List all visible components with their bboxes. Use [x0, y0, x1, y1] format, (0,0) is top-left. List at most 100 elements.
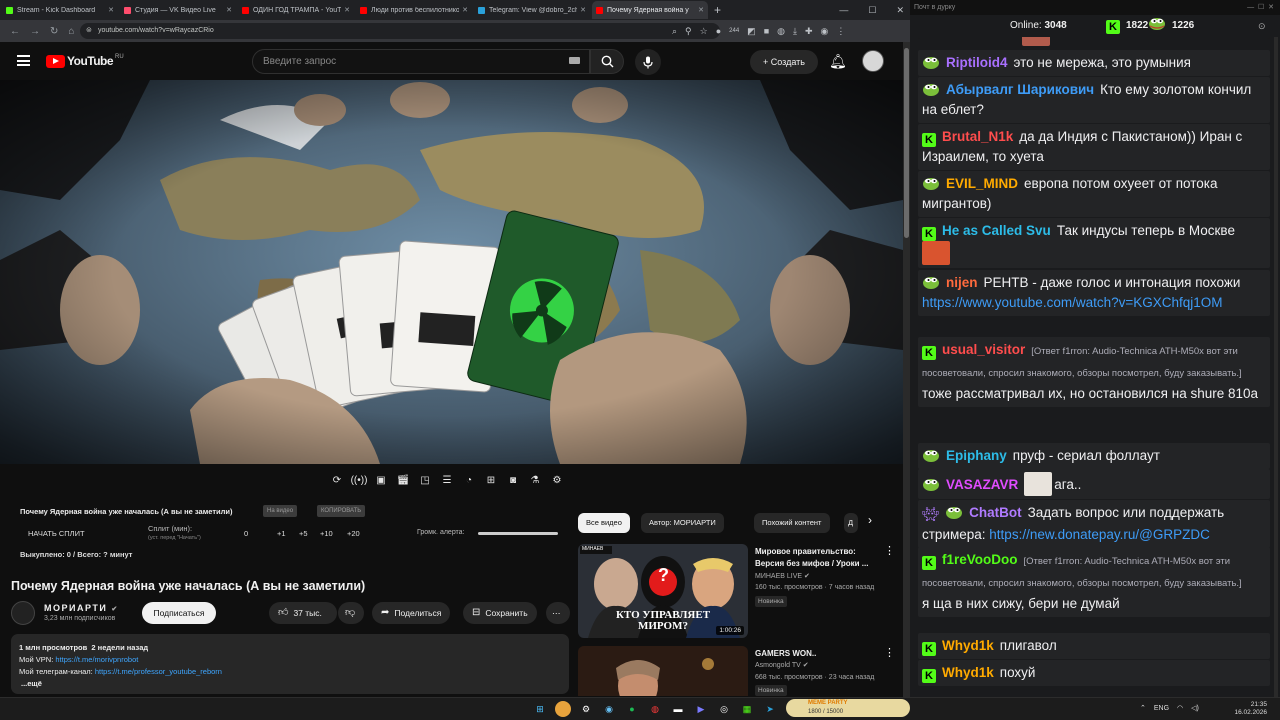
- add-icon[interactable]: ⊞: [482, 471, 500, 489]
- chrome-icon[interactable]: [555, 701, 571, 717]
- star-icon[interactable]: ☆: [700, 23, 708, 39]
- menu-dots-icon[interactable]: ⋮: [836, 23, 845, 39]
- keyboard-icon[interactable]: [569, 57, 580, 64]
- camera-icon[interactable]: ◙: [504, 471, 522, 489]
- account-avatar[interactable]: [862, 50, 884, 72]
- recommended-channel[interactable]: МИНАЕВ LIVE ✔: [755, 572, 810, 580]
- chat-username[interactable]: nijen: [946, 275, 978, 290]
- speed-icon[interactable]: ◔: [460, 471, 478, 489]
- obs-icon[interactable]: ◎: [716, 701, 732, 717]
- app-icon[interactable]: ▶: [693, 701, 709, 717]
- tab-close-icon[interactable]: ✕: [462, 6, 468, 14]
- loop-icon[interactable]: ⟳: [328, 471, 346, 489]
- show-more-button[interactable]: ...ещё: [21, 679, 42, 688]
- site-info-icon[interactable]: ⊜: [86, 23, 92, 39]
- reload-icon[interactable]: ↻: [50, 26, 58, 37]
- extension-badge[interactable]: 244: [729, 23, 739, 39]
- extension-icon[interactable]: ◍: [777, 23, 785, 39]
- chat-window-controls[interactable]: — ☐ ✕: [1247, 0, 1274, 15]
- browser-tab[interactable]: Студия — VK Видео Live ✕: [120, 1, 236, 19]
- more-vert-icon[interactable]: ⋮: [884, 544, 895, 557]
- recommended-channel[interactable]: Asmongold TV ✔: [755, 661, 809, 669]
- youtube-logo[interactable]: YouTube RU: [46, 54, 124, 68]
- lens-icon[interactable]: ⌕: [672, 23, 677, 39]
- steam-icon[interactable]: ◉: [601, 701, 617, 717]
- tab-close-icon[interactable]: ✕: [344, 6, 350, 14]
- copy-button[interactable]: КОПИРОВАТЬ: [317, 505, 366, 517]
- chat-username[interactable]: He as Called Svu: [942, 223, 1051, 238]
- chat-username[interactable]: Whyd1k: [942, 638, 994, 653]
- search-button[interactable]: [590, 49, 624, 74]
- recommended-video[interactable]: GAMERS WON.. Asmongold TV ✔ 668 тыс. про…: [578, 646, 898, 696]
- chat-username[interactable]: Whyd1k: [942, 665, 994, 680]
- extensions-puzzle-icon[interactable]: ✚: [805, 23, 813, 39]
- minimize-icon[interactable]: —: [839, 0, 848, 20]
- chat-scrollbar[interactable]: [1274, 37, 1278, 697]
- chat-username[interactable]: ChatBot: [969, 505, 1022, 520]
- url-field[interactable]: ⊜ youtube.com/watch?v=wRaycazCRio: [80, 23, 720, 39]
- chat-username[interactable]: Абырвалг Шарикович: [946, 82, 1094, 97]
- video-thumbnail[interactable]: [578, 646, 748, 696]
- pip-icon[interactable]: ◳: [416, 471, 434, 489]
- add-5-button[interactable]: +5: [299, 529, 308, 538]
- recommended-video[interactable]: МИНАЕВ ? КТО УПРАВЛЯЕТ МИРОМ? 1:00:26 Ми…: [578, 544, 898, 638]
- app-icon[interactable]: ◍: [647, 701, 663, 717]
- telegram-link[interactable]: https://t.me/professor_youtube_reborn: [95, 667, 222, 676]
- chip-more[interactable]: Д: [844, 513, 858, 533]
- maximize-icon[interactable]: ☐: [868, 0, 876, 20]
- voice-search-button[interactable]: [635, 49, 661, 75]
- subscribe-button[interactable]: Подписаться: [142, 602, 216, 624]
- app-icon[interactable]: ▦: [739, 701, 755, 717]
- forward-icon[interactable]: →: [30, 26, 40, 37]
- back-icon[interactable]: ←: [10, 26, 20, 37]
- download-icon[interactable]: ⤓: [793, 23, 797, 39]
- notifications-bell-icon[interactable]: 🔔︎: [829, 53, 847, 70]
- browser-tab[interactable]: Telegram: View @dobro_2ch ✕: [474, 1, 590, 19]
- browser-tab[interactable]: ОДИН ГОД ТРАМПА - YouTube✕: [238, 1, 354, 19]
- tray-chevron-icon[interactable]: ⌃: [1140, 698, 1146, 720]
- more-actions-button[interactable]: ⋯: [546, 602, 570, 624]
- page-scrollbar[interactable]: [903, 42, 910, 697]
- chat-username[interactable]: EVIL_MIND: [946, 176, 1018, 191]
- meme-party-widget[interactable]: MEME PARTY 1800 / 15000: [786, 699, 910, 717]
- scrollbar-thumb[interactable]: [904, 48, 909, 238]
- chip-author[interactable]: Автор: МОРИАРТИ: [641, 513, 724, 533]
- language-indicator[interactable]: ENG: [1154, 698, 1169, 720]
- create-button[interactable]: + Создать: [750, 50, 818, 74]
- chat-username[interactable]: usual_visitor: [942, 342, 1025, 357]
- close-window-icon[interactable]: ✕: [896, 0, 904, 20]
- tag-on-video[interactable]: На видео: [263, 505, 298, 517]
- translate-icon[interactable]: ⚲: [685, 23, 692, 39]
- video-thumbnail[interactable]: МИНАЕВ ? КТО УПРАВЛЯЕТ МИРОМ? 1:00:26: [578, 544, 748, 638]
- browser-tab[interactable]: Stream - Kick Dashboard ✕: [2, 1, 118, 19]
- clip-icon[interactable]: 🎬︎: [394, 471, 412, 489]
- alert-volume-slider[interactable]: [478, 532, 558, 535]
- search-input[interactable]: Введите запрос: [252, 49, 590, 74]
- recommended-title[interactable]: GAMERS WON..: [755, 648, 880, 660]
- like-button[interactable]: 👍︎ 37 тыс.: [269, 602, 337, 624]
- channel-name[interactable]: МОРИАРТИ ✔: [44, 603, 119, 613]
- browser-tab[interactable]: Люди против беспилотников ✕: [356, 1, 472, 19]
- tab-close-icon[interactable]: ✕: [108, 6, 114, 14]
- chat-settings-icon[interactable]: ⊙: [1258, 15, 1266, 37]
- screenshot-icon[interactable]: ▣: [372, 471, 390, 489]
- volume-icon[interactable]: ◁): [1191, 698, 1199, 720]
- add-1-button[interactable]: +1: [277, 529, 286, 538]
- recommended-title[interactable]: Мировое правительство: Версия без мифов …: [755, 546, 880, 570]
- tab-close-icon[interactable]: ✕: [226, 6, 232, 14]
- chat-username[interactable]: f1reVooDoo: [942, 552, 1018, 567]
- save-button[interactable]: ⊟ Сохранить: [463, 602, 537, 624]
- more-vert-icon[interactable]: ⋮: [884, 646, 895, 659]
- add-20-button[interactable]: +20: [347, 529, 360, 538]
- profile-icon[interactable]: ◉: [821, 23, 829, 39]
- home-icon[interactable]: ⌂: [68, 26, 74, 37]
- description-box[interactable]: 1 млн просмотров 2 недели назад Мой VPN:…: [11, 634, 569, 694]
- chat-username[interactable]: Riptiloid4: [946, 55, 1008, 70]
- list-icon[interactable]: ☰: [438, 471, 456, 489]
- browser-tab-active[interactable]: Почему Ядерная война у ✕: [592, 1, 708, 19]
- chat-username[interactable]: VASAZAVR: [946, 477, 1018, 492]
- extension-icon[interactable]: ■: [764, 23, 769, 39]
- chip-all-videos[interactable]: Все видео: [578, 513, 630, 533]
- channel-avatar[interactable]: [11, 601, 35, 625]
- settings-icon[interactable]: ⚙: [578, 701, 594, 717]
